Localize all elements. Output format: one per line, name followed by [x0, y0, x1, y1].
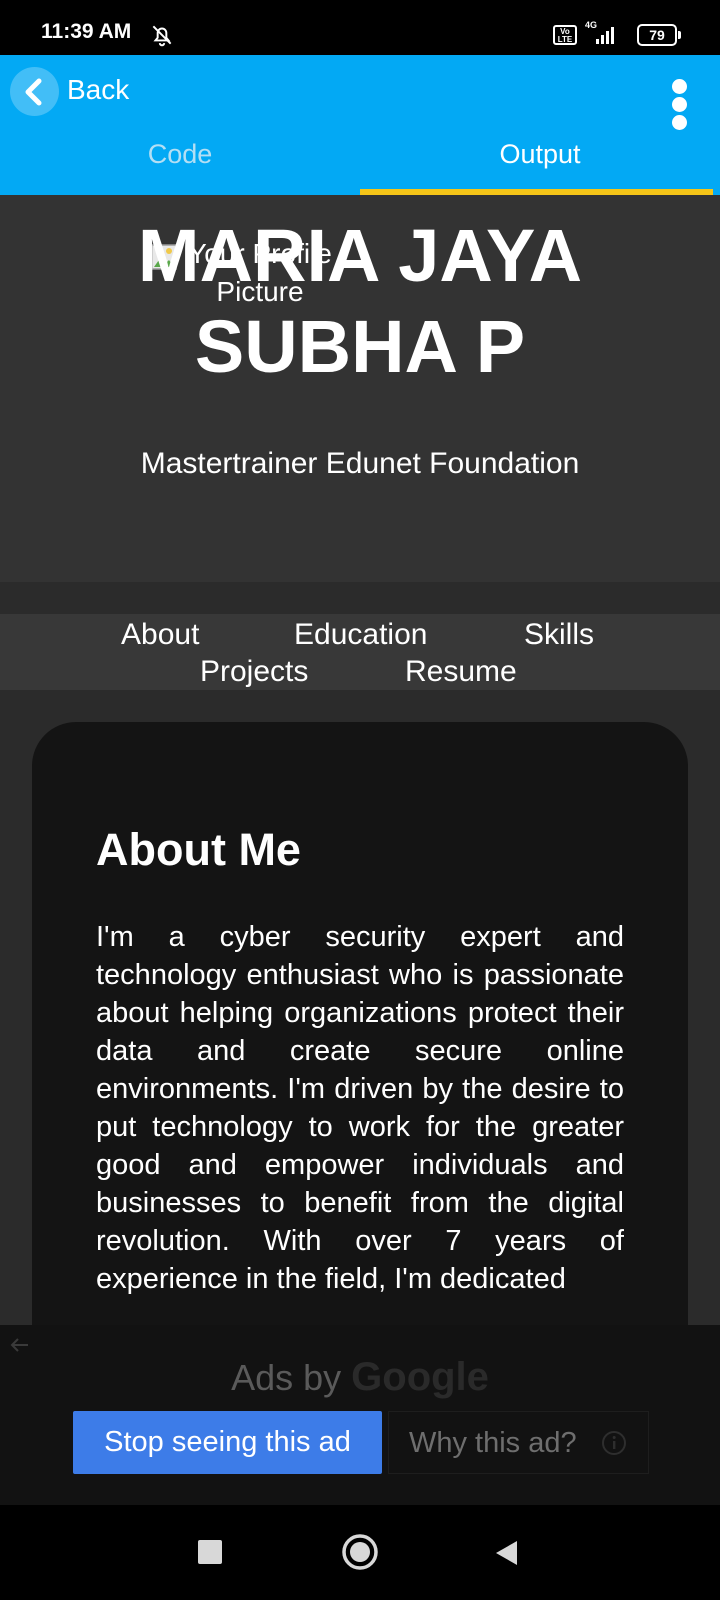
- system-nav-bar: [0, 1505, 720, 1600]
- profile-name: MARIA JAYA SUBHA P: [137, 214, 583, 388]
- nav-link-about[interactable]: About: [121, 618, 199, 652]
- back-button[interactable]: [10, 67, 59, 116]
- ad-banner: Ads by Google Stop seeing this ad Why th…: [0, 1325, 720, 1505]
- profile-role: Mastertrainer Edunet Foundation: [140, 447, 580, 480]
- chevron-left-icon: [25, 78, 42, 106]
- app-bar: Back Code Output: [0, 55, 720, 195]
- ads-by-text: Ads by: [231, 1357, 342, 1398]
- more-vert-icon[interactable]: [672, 79, 692, 131]
- profile-header: Your Profile Picture MARIA JAYA SUBHA P …: [0, 195, 720, 582]
- output-webview[interactable]: Your Profile Picture MARIA JAYA SUBHA P …: [0, 195, 720, 1325]
- status-time: 11:39 AM: [41, 20, 132, 43]
- network-type-label: 4G: [585, 20, 597, 30]
- site-nav: About Education Skills Projects Resume: [0, 614, 720, 690]
- nav-link-education[interactable]: Education: [294, 618, 427, 652]
- nav-link-skills[interactable]: Skills: [524, 618, 594, 652]
- tab-code[interactable]: Code: [0, 139, 360, 170]
- tab-output[interactable]: Output: [360, 139, 720, 170]
- back-triangle-icon[interactable]: [493, 1539, 519, 1567]
- volte-badge: Vo LTE: [553, 25, 577, 45]
- nav-link-resume[interactable]: Resume: [405, 655, 517, 689]
- back-label[interactable]: Back: [67, 74, 129, 106]
- arrow-left-icon[interactable]: [8, 1333, 32, 1357]
- about-text: I'm a cyber security expert and technolo…: [96, 921, 624, 1295]
- bell-off-icon: [152, 25, 172, 47]
- stop-seeing-ad-button[interactable]: Stop seeing this ad: [73, 1411, 382, 1474]
- ads-by-label: Ads by Google: [0, 1355, 720, 1400]
- about-card: About Me I'm a cyber security expert and…: [32, 722, 688, 1325]
- battery-level: 79: [637, 24, 677, 46]
- status-bar: 11:39 AM Vo LTE 4G 79: [0, 0, 720, 55]
- about-title: About Me: [96, 824, 301, 875]
- google-logo: Google: [351, 1355, 489, 1399]
- nav-link-projects[interactable]: Projects: [200, 655, 308, 689]
- battery-icon: 79: [637, 24, 681, 46]
- signal-icon: 4G: [585, 20, 614, 44]
- info-icon[interactable]: [601, 1430, 627, 1456]
- home-icon[interactable]: [341, 1533, 379, 1571]
- recents-icon[interactable]: [198, 1540, 222, 1564]
